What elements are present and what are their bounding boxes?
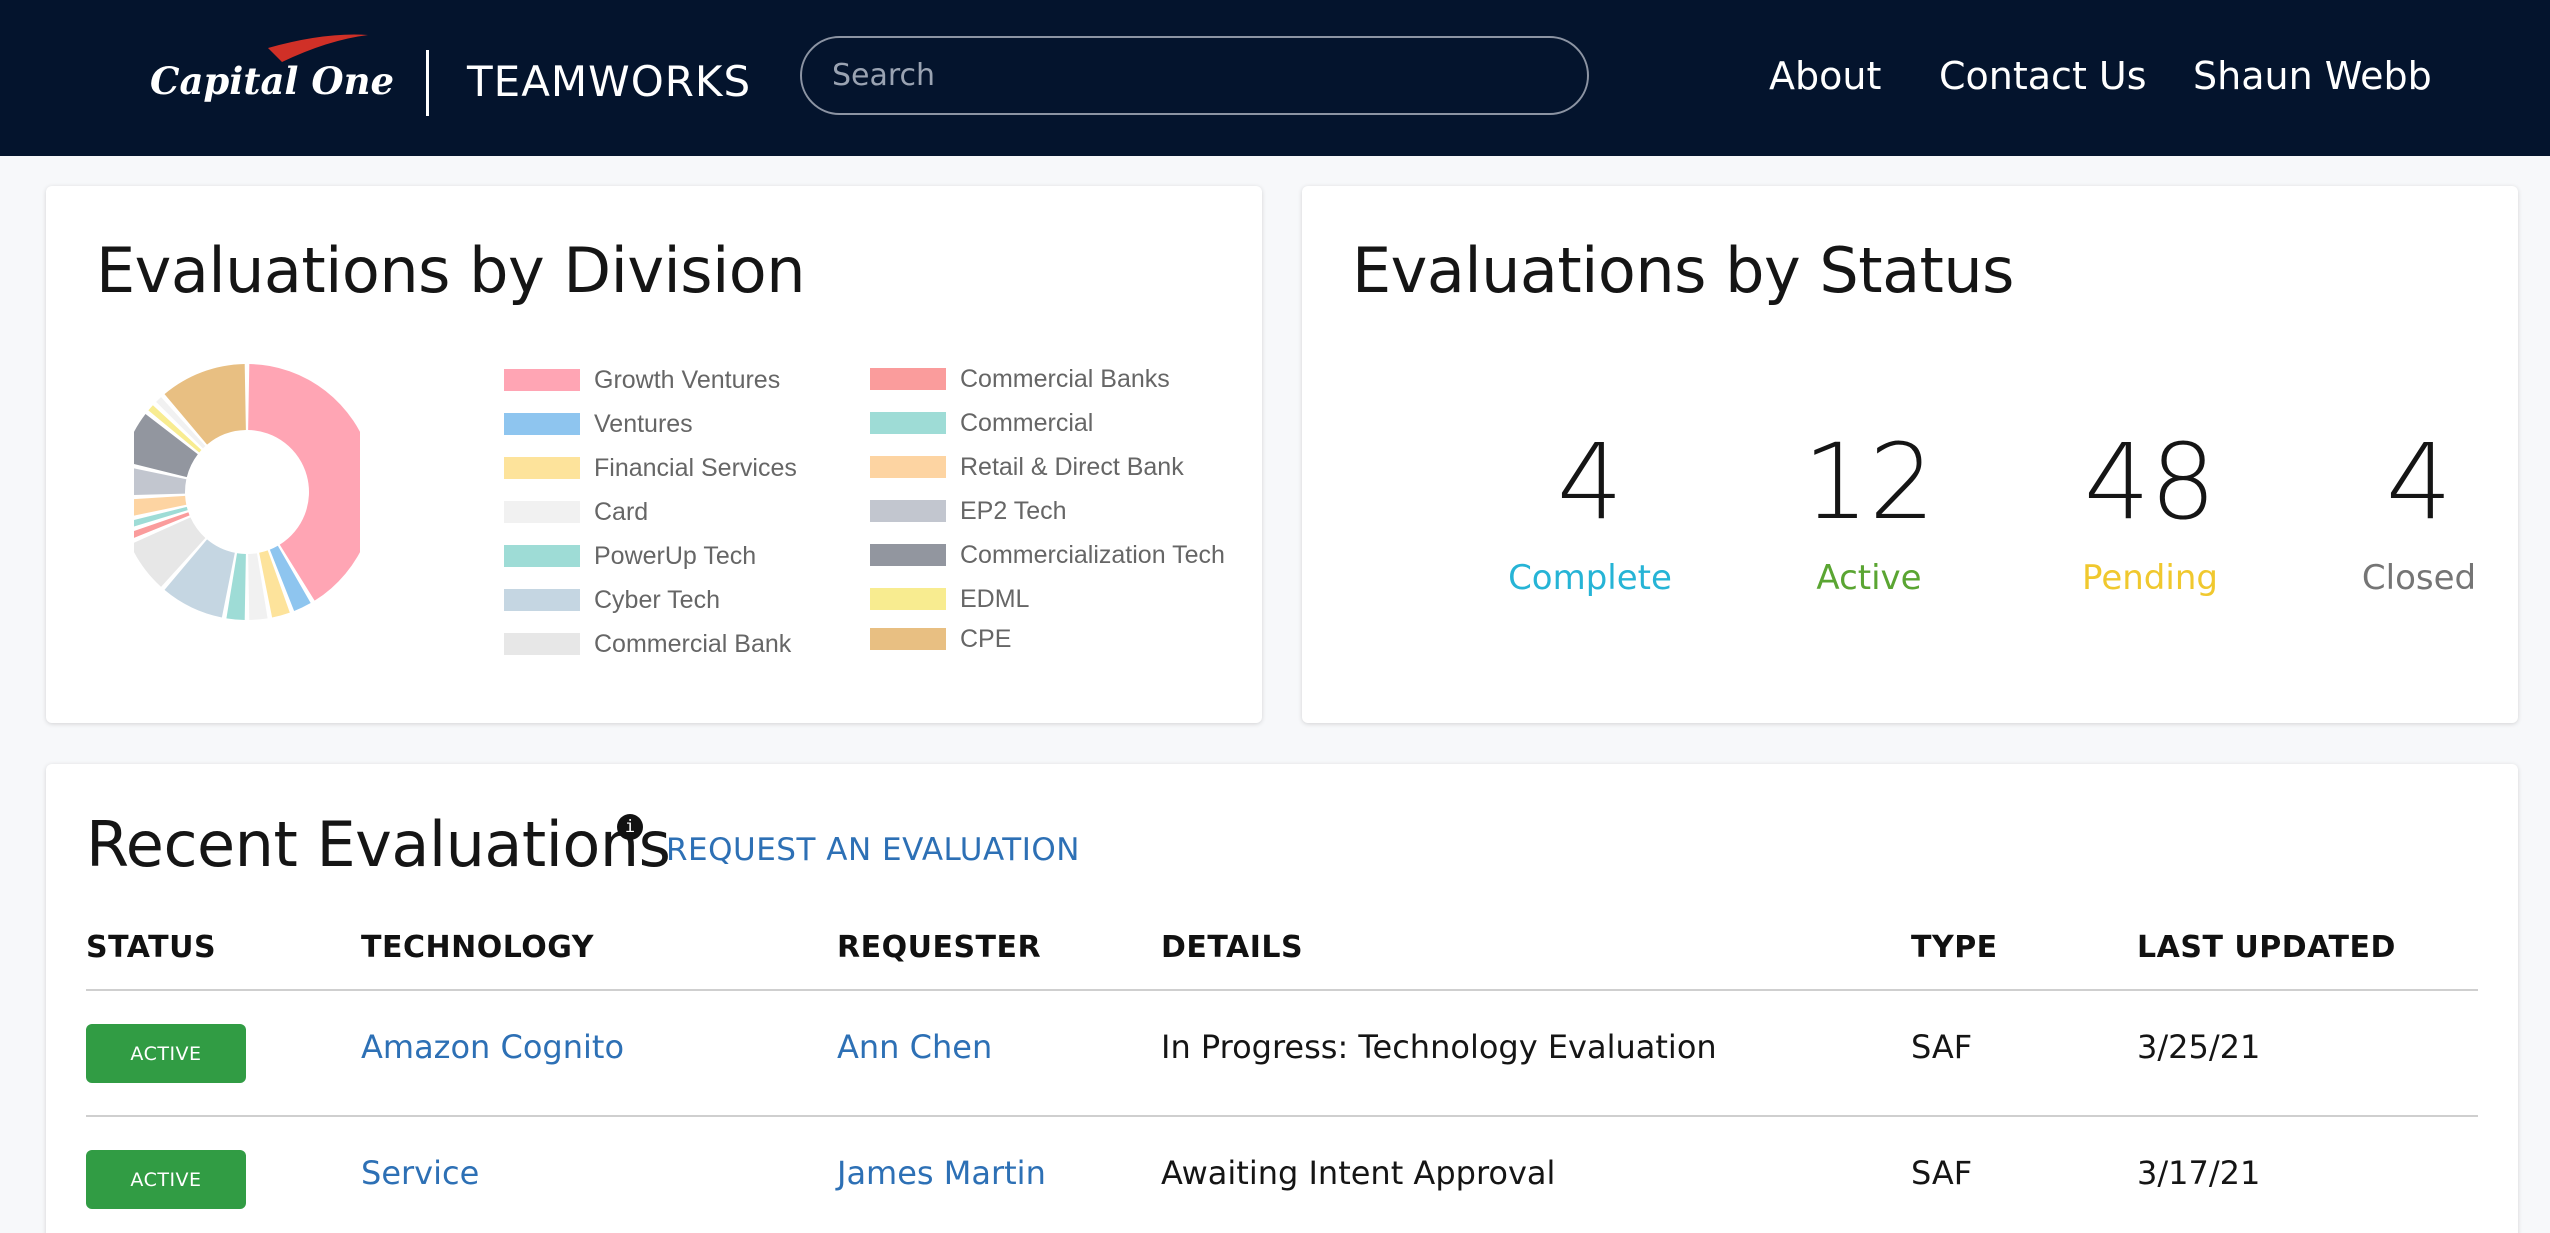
legend-label: Financial Services	[594, 453, 797, 482]
legend-swatch	[504, 501, 580, 523]
legend-label: EDML	[960, 584, 1030, 613]
request-evaluation-link[interactable]: REQUEST AN EVALUATION	[666, 832, 1080, 868]
capital-one-logo[interactable]: Capital One	[150, 30, 400, 124]
legend-label: PowerUp Tech	[594, 541, 757, 570]
stat-pending-value: 48	[2083, 421, 2217, 543]
search-input[interactable]	[800, 36, 1589, 115]
technology-link[interactable]: Service	[361, 1153, 479, 1193]
info-icon[interactable]: i	[617, 814, 643, 840]
legend-label: CPE	[960, 624, 1012, 653]
row-divider	[86, 1115, 2478, 1117]
details-text: In Progress: Technology Evaluation	[1161, 1028, 1717, 1066]
nav-about-link[interactable]: About	[1769, 48, 1881, 104]
legend-item[interactable]: Financial Services	[504, 452, 797, 484]
legend-label: Commercial Bank	[594, 629, 792, 658]
column-header-status[interactable]: STATUS	[86, 930, 216, 965]
legend-swatch	[504, 633, 580, 655]
division-donut-chart[interactable]	[134, 358, 360, 628]
legend-item[interactable]: Commercial Bank	[504, 628, 791, 660]
column-header-requester[interactable]: REQUESTER	[837, 930, 1041, 965]
legend-swatch	[870, 412, 946, 434]
legend-swatch	[504, 413, 580, 435]
legend-item[interactable]: Commercial	[870, 407, 1093, 439]
legend-label: Commercial Banks	[960, 364, 1170, 393]
legend-swatch	[870, 628, 946, 650]
top-navigation-bar: Capital One TEAMWORKS About Contact Us S…	[0, 0, 2550, 156]
last-updated-text: 3/17/21	[2137, 1154, 2261, 1192]
division-card: Evaluations by Division Growth Ventures V…	[46, 186, 1262, 723]
column-header-type[interactable]: TYPE	[1911, 930, 1998, 965]
stat-pending[interactable]: 48 Pending	[2030, 422, 2270, 600]
legend-item[interactable]: Growth Ventures	[504, 364, 780, 396]
legend-label: Commercialization Tech	[960, 540, 1225, 569]
app-name[interactable]: TEAMWORKS	[467, 54, 751, 110]
stat-closed-label: Closed	[2361, 558, 2477, 598]
legend-label: Commercial	[960, 408, 1094, 437]
recent-evaluations-title: Recent Evaluations	[86, 808, 671, 881]
column-header-details[interactable]: DETAILS	[1161, 930, 1303, 965]
legend-item[interactable]: Ventures	[504, 408, 693, 440]
type-text: SAF	[1911, 1154, 1973, 1192]
legend-swatch	[870, 456, 946, 478]
legend-item[interactable]: Commercial Banks	[870, 363, 1170, 395]
user-menu[interactable]: Shaun Webb	[2193, 48, 2432, 104]
legend-label: Retail & Direct Bank	[960, 452, 1184, 481]
legend-item[interactable]: Retail & Direct Bank	[870, 451, 1184, 483]
stat-active[interactable]: 12 Active	[1749, 422, 1989, 600]
legend-label: Growth Ventures	[594, 365, 781, 394]
requester-link[interactable]: Ann Chen	[837, 1027, 992, 1067]
legend-swatch	[870, 588, 946, 610]
stat-complete-label: Complete	[1508, 558, 1672, 598]
legend-item[interactable]: PowerUp Tech	[504, 540, 756, 572]
column-header-last-updated[interactable]: LAST UPDATED	[2137, 930, 2396, 965]
legend-label: Ventures	[594, 409, 693, 438]
logo-wordmark: Capital One	[150, 59, 394, 103]
legend-item[interactable]: CPE	[870, 623, 1011, 655]
legend-label: Cyber Tech	[594, 585, 720, 614]
nav-contact-link[interactable]: Contact Us	[1939, 48, 2147, 104]
requester-link[interactable]: James Martin	[837, 1153, 1046, 1193]
legend-item[interactable]: Commercialization Tech	[870, 539, 1225, 571]
details-text: Awaiting Intent Approval	[1161, 1154, 1556, 1192]
legend-item[interactable]: EP2 Tech	[870, 495, 1067, 527]
last-updated-text: 3/25/21	[2137, 1028, 2261, 1066]
table-header-divider	[86, 989, 2478, 991]
legend-item[interactable]: Card	[504, 496, 648, 528]
technology-link[interactable]: Amazon Cognito	[361, 1027, 624, 1067]
legend-label: EP2 Tech	[960, 496, 1067, 525]
status-card: Evaluations by Status 4 Complete 12 Acti…	[1302, 186, 2518, 723]
stat-complete-value: 4	[1556, 421, 1624, 543]
status-badge: ACTIVE	[86, 1150, 246, 1209]
legend-item[interactable]: EDML	[870, 583, 1029, 615]
stat-closed-value: 4	[2385, 421, 2453, 543]
division-card-title: Evaluations by Division	[96, 234, 806, 307]
column-header-technology[interactable]: TECHNOLOGY	[361, 930, 594, 965]
stat-closed[interactable]: 4 Closed	[2299, 422, 2539, 600]
stat-active-value: 12	[1802, 421, 1936, 543]
legend-swatch	[870, 368, 946, 390]
stat-complete[interactable]: 4 Complete	[1470, 422, 1710, 600]
status-card-title: Evaluations by Status	[1352, 234, 2014, 307]
legend-swatch	[504, 457, 580, 479]
type-text: SAF	[1911, 1028, 1973, 1066]
legend-item[interactable]: Cyber Tech	[504, 584, 720, 616]
stat-pending-label: Pending	[2082, 558, 2218, 598]
stat-active-label: Active	[1816, 558, 1922, 598]
status-badge: ACTIVE	[86, 1024, 246, 1083]
logo-divider	[426, 50, 429, 116]
legend-swatch	[504, 369, 580, 391]
legend-swatch	[504, 589, 580, 611]
legend-swatch	[870, 544, 946, 566]
legend-label: Card	[594, 497, 649, 526]
legend-swatch	[870, 500, 946, 522]
legend-swatch	[504, 545, 580, 567]
